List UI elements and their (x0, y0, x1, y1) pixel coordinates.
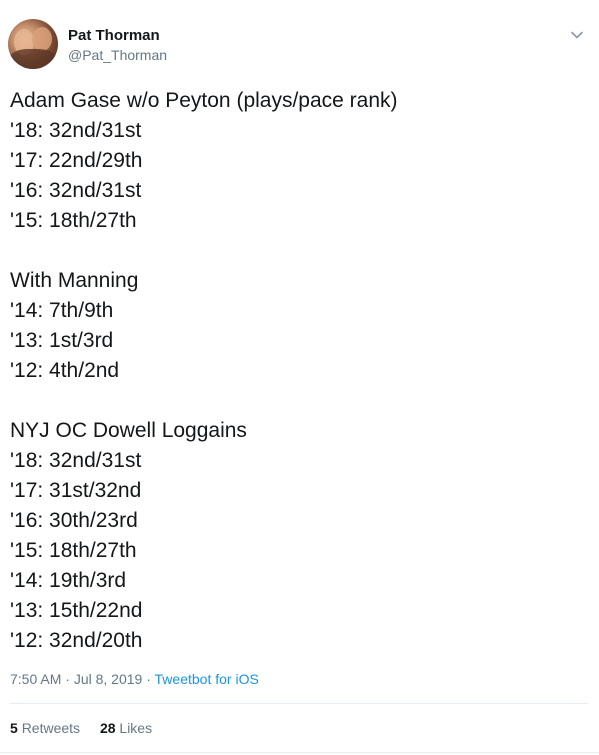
avatar-detail (10, 49, 56, 69)
tweet-time[interactable]: 7:50 AM (10, 671, 61, 687)
user-names: Pat Thorman @Pat_Thorman (68, 26, 167, 64)
meta-separator: · (61, 671, 74, 687)
avatar-detail (32, 27, 52, 51)
display-name[interactable]: Pat Thorman (68, 26, 167, 45)
meta-separator: · (142, 671, 155, 687)
tweet-meta: 7:50 AM · Jul 8, 2019 · Tweetbot for iOS (10, 670, 259, 688)
tweet-source-link[interactable]: Tweetbot for iOS (155, 671, 259, 687)
retweets-label: Retweets (21, 720, 81, 736)
tweet-card: Pat Thorman @Pat_Thorman Adam Gase w/o P… (0, 0, 599, 755)
chevron-down-icon[interactable] (569, 27, 585, 43)
likes-label: Likes (119, 720, 153, 736)
user-handle[interactable]: @Pat_Thorman (68, 46, 167, 64)
tweet-text: Adam Gase w/o Peyton (plays/pace rank) '… (10, 89, 398, 652)
avatar[interactable] (8, 19, 58, 69)
tweet-stats: 5 Retweets 28 Likes (10, 719, 168, 737)
tweet-header: Pat Thorman @Pat_Thorman (8, 19, 593, 71)
divider (10, 703, 588, 704)
retweets-count: 5 (10, 720, 18, 736)
likes-stat[interactable]: 28 Likes (100, 719, 152, 737)
tweet-date[interactable]: Jul 8, 2019 (74, 671, 143, 687)
divider (0, 752, 599, 753)
likes-count: 28 (99, 720, 116, 736)
retweets-stat[interactable]: 5 Retweets (10, 719, 80, 737)
chevron-down-icon-svg (571, 31, 583, 39)
